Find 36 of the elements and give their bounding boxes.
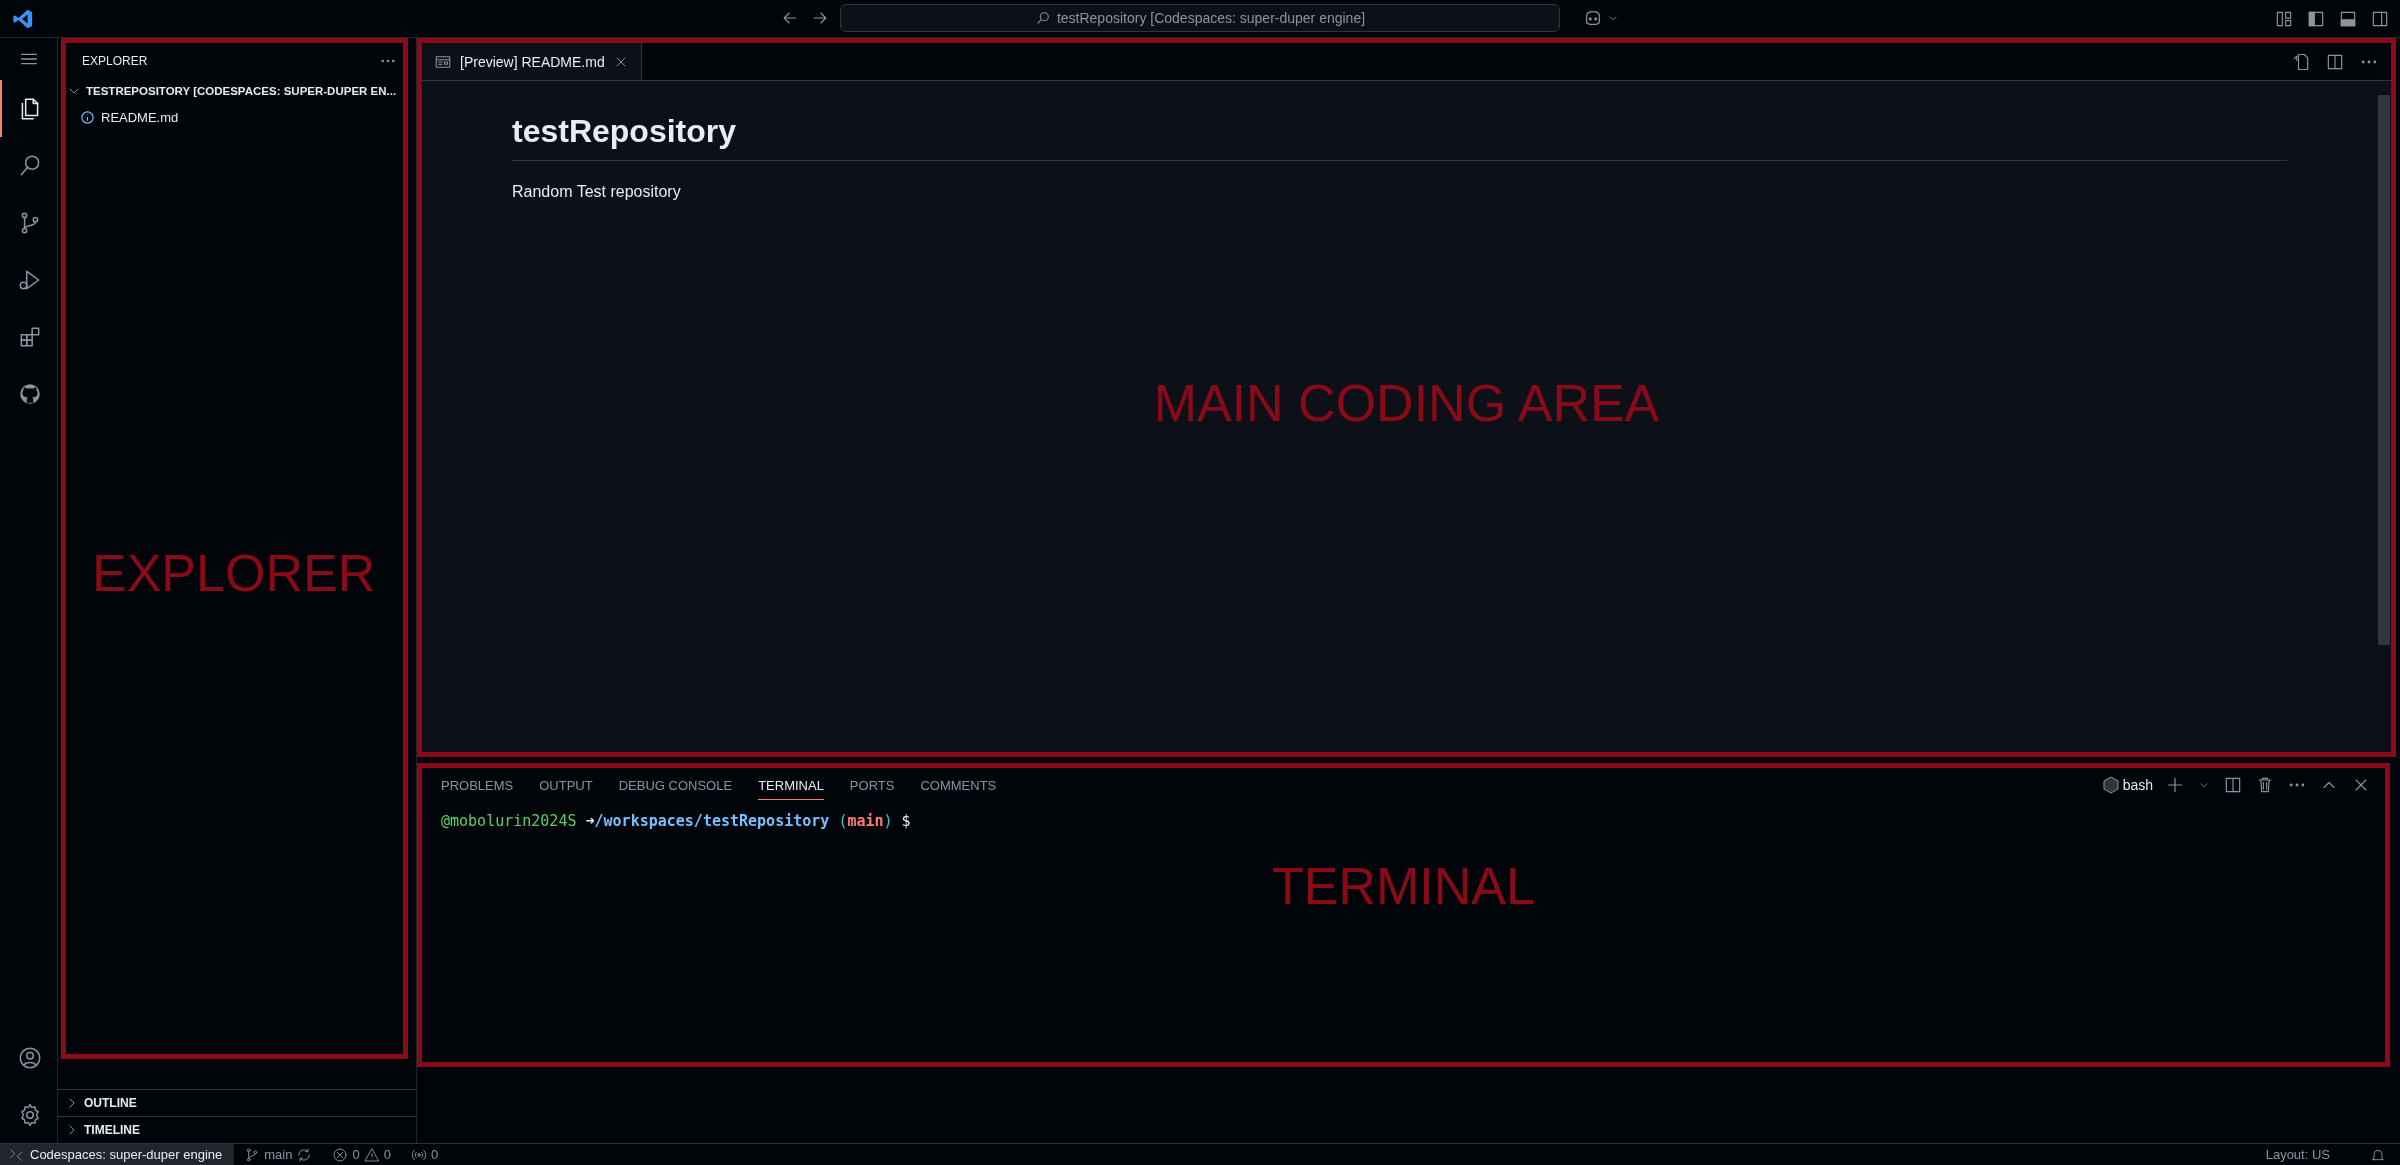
panel-tab[interactable]: TERMINAL — [758, 770, 824, 800]
terminal-shell-selector[interactable]: bash — [2102, 776, 2153, 794]
remote-indicator[interactable]: Codespaces: super-duper engine — [0, 1144, 235, 1165]
annotation-label: TERMINAL — [1271, 856, 1536, 916]
app-logo-icon[interactable] — [12, 7, 34, 30]
preview-paragraph: Random Test repository — [512, 183, 682, 201]
plus-icon[interactable] — [2165, 775, 2185, 795]
folder-item[interactable]: TESTREPOSITORY [CODESPACES: SUPER-DUPER EN... — [66, 78, 403, 104]
branch-status[interactable]: main — [234, 1146, 323, 1163]
sidebar-title: EXPLORER — [82, 53, 148, 68]
keyboard-layout-status[interactable]: Layout: US — [2265, 1147, 2330, 1162]
info-icon — [80, 109, 95, 125]
problems-status[interactable]: 0 0 — [322, 1146, 401, 1163]
warning-icon — [363, 1146, 380, 1163]
command-center-search[interactable]: testRepository [Codespaces: super-duper engine] — [840, 4, 1560, 32]
remote-icon — [8, 1146, 24, 1163]
annotation-label: MAIN CODING AREA — [1152, 373, 1661, 433]
panel-tab[interactable]: COMMENTS — [920, 770, 997, 800]
open-source-icon[interactable] — [2291, 51, 2311, 72]
panel-tab[interactable]: PORTS — [849, 770, 895, 800]
split-terminal-icon[interactable] — [2223, 775, 2243, 795]
section-header[interactable]: TIMELINE — [58, 1116, 416, 1143]
editor-tab[interactable]: [Preview] README.md — [422, 43, 642, 80]
error-icon — [332, 1146, 349, 1163]
panel-tab[interactable]: DEBUG CONSOLE — [618, 770, 733, 800]
terminal-prompt: @mobolurin2024S ➜/workspaces/testRepository (main) $ — [440, 811, 912, 832]
annotation-label: EXPLORER — [92, 543, 376, 603]
preview-heading: testRepository — [512, 113, 2287, 161]
panel-tab[interactable]: PROBLEMS — [441, 770, 514, 800]
ports-status[interactable]: 0 — [400, 1146, 449, 1163]
section-header[interactable]: OUTLINE — [58, 1089, 416, 1116]
sync-icon — [296, 1146, 313, 1163]
scrollbar-thumb[interactable] — [2378, 95, 2390, 645]
panel-tab[interactable]: OUTPUT — [539, 770, 593, 800]
file-item[interactable]: README.md — [66, 104, 403, 130]
shell-icon — [2102, 776, 2119, 794]
